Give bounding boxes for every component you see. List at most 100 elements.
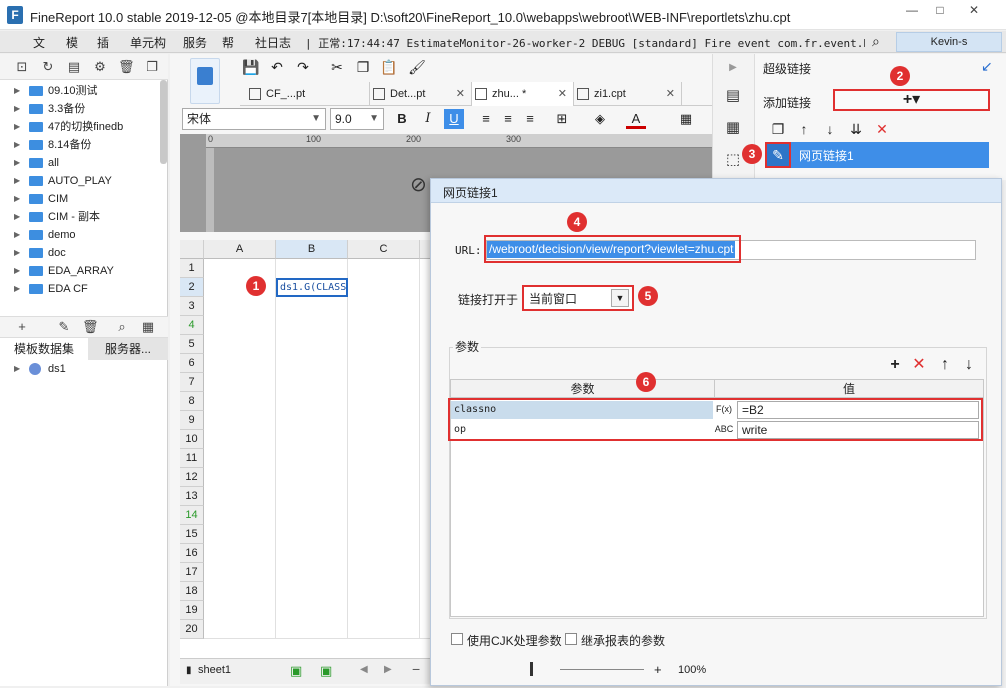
zoom-slider-handle[interactable] — [530, 662, 533, 676]
collapse-arrow-icon[interactable]: ▶ — [723, 58, 743, 78]
locate-icon[interactable]: ▤ — [66, 59, 82, 75]
menu-community-log[interactable]: 社日志 — [255, 34, 291, 51]
undo-icon[interactable]: ↶ — [268, 58, 286, 76]
add-sheet-icon[interactable]: ▣ — [290, 663, 302, 679]
tree-item[interactable]: ▶ doc — [0, 244, 160, 262]
font-family-select[interactable]: 宋体 ▼ — [182, 108, 326, 130]
row-header[interactable]: 18 — [180, 582, 204, 601]
font-color-icon[interactable]: A — [626, 109, 646, 129]
scroll-left-icon[interactable]: ◀ — [360, 664, 368, 675]
align-center-icon[interactable]: ≡ — [498, 109, 518, 129]
cell-element-icon[interactable]: ▦ — [723, 118, 743, 138]
expand-arrow-icon[interactable]: ▶ — [14, 154, 20, 172]
align-right-icon[interactable]: ≡ — [520, 109, 540, 129]
close-window-button[interactable]: ✕ — [962, 3, 986, 19]
tree-item[interactable]: ▶ 3.3备份 — [0, 100, 160, 118]
cell-attribute-icon[interactable]: ▤ — [723, 86, 743, 106]
refresh-icon[interactable]: ↻ — [40, 59, 56, 75]
row-header[interactable]: 4 — [180, 316, 204, 335]
tree-item[interactable]: ▶ demo — [0, 226, 160, 244]
save-icon[interactable]: 💾 — [242, 58, 260, 76]
row-header[interactable]: 14 — [180, 506, 204, 525]
close-tab-icon[interactable]: ✕ — [666, 82, 675, 106]
expand-arrow-icon[interactable]: ▶ — [14, 244, 20, 262]
row-header[interactable]: 2 — [180, 278, 204, 297]
merge-cells-icon[interactable]: ▦ — [676, 109, 696, 129]
tree-item[interactable]: ▶ CIM - 副本 — [0, 208, 160, 226]
widget-icon[interactable]: ⬚ — [723, 150, 743, 170]
row-header[interactable]: 8 — [180, 392, 204, 411]
move-down-icon[interactable]: ↓ — [821, 120, 839, 138]
row-header[interactable]: 13 — [180, 487, 204, 506]
scroll-right-icon[interactable]: ▶ — [384, 664, 392, 675]
fill-color-icon[interactable]: ◈ — [590, 109, 610, 129]
maximize-button[interactable]: □ — [928, 3, 952, 19]
open-in-select[interactable]: 当前窗口 ▼ — [522, 285, 634, 311]
minimize-button[interactable]: — — [900, 3, 924, 19]
zoom-out-icon[interactable]: − — [412, 661, 420, 677]
tree-item[interactable]: ▶ all — [0, 154, 160, 172]
row-header[interactable]: 11 — [180, 449, 204, 468]
copy-icon[interactable]: ❐ — [354, 58, 372, 76]
tab-template-active[interactable]: zhu... * ✕ — [472, 82, 574, 106]
tree-item[interactable]: ▶ EDA CF — [0, 280, 160, 298]
copy-icon[interactable]: ❐ — [769, 120, 787, 138]
row-header[interactable]: 3 — [180, 297, 204, 316]
tab-template[interactable]: CF_...pt — [246, 82, 370, 106]
search-icon[interactable]: ⌕ — [872, 33, 880, 50]
format-painter-icon[interactable]: 🖌 — [408, 58, 426, 76]
zoom-in-icon[interactable]: + — [654, 662, 662, 677]
column-header[interactable]: A — [204, 240, 276, 259]
delete-icon[interactable]: 🗑 — [118, 59, 135, 75]
expand-arrow-icon[interactable]: ▶ — [14, 226, 20, 244]
expand-arrow-icon[interactable]: ▶ — [14, 190, 20, 208]
user-account[interactable]: Kevin-s — [896, 32, 1002, 52]
new-folder-icon[interactable]: ⊡ — [14, 59, 30, 75]
tab-template-dataset[interactable]: 模板数据集 — [0, 338, 88, 360]
zoom-slider-track[interactable] — [560, 669, 644, 670]
select-all-corner[interactable] — [180, 240, 204, 259]
move-bottom-icon[interactable]: ⇊ — [847, 120, 865, 138]
column-cells[interactable] — [276, 259, 348, 639]
inherit-params-checkbox[interactable] — [565, 633, 577, 645]
add-dataset-icon[interactable]: + — [14, 319, 30, 335]
menu-insert[interactable]: 插 — [97, 34, 109, 51]
expand-arrow-icon[interactable]: ▶ — [14, 118, 20, 136]
row-header[interactable]: 17 — [180, 563, 204, 582]
preview-data-icon[interactable]: ⌕ — [114, 319, 130, 335]
menu-help[interactable]: 帮 — [222, 34, 234, 51]
align-left-icon[interactable]: ≡ — [476, 109, 496, 129]
row-header[interactable]: 6 — [180, 354, 204, 373]
underline-button[interactable]: U — [444, 109, 464, 129]
row-header[interactable]: 10 — [180, 430, 204, 449]
column-cells[interactable] — [204, 259, 276, 639]
row-header[interactable]: 20 — [180, 620, 204, 639]
expand-arrow-icon[interactable]: ▶ — [14, 208, 20, 226]
paste-icon[interactable]: 📋 — [380, 58, 398, 76]
cjk-checkbox[interactable] — [451, 633, 463, 645]
row-header[interactable]: 15 — [180, 525, 204, 544]
delete-icon[interactable]: ✕ — [873, 120, 891, 138]
menu-cell[interactable]: 单元构 — [130, 34, 166, 51]
move-down-icon[interactable]: ↓ — [961, 357, 977, 373]
settings-icon[interactable]: ⚙ — [92, 59, 108, 75]
expand-arrow-icon[interactable]: ▶ — [14, 100, 20, 118]
row-header[interactable]: 1 — [180, 259, 204, 278]
tree-item[interactable]: ▶ CIM — [0, 190, 160, 208]
tree-item[interactable]: ▶ 8.14备份 — [0, 136, 160, 154]
column-cells[interactable] — [348, 259, 420, 639]
delete-param-icon[interactable]: ✕ — [911, 357, 927, 373]
expand-arrow-icon[interactable]: ▶ — [14, 360, 20, 378]
close-tab-icon[interactable]: ✕ — [456, 82, 465, 106]
tree-item[interactable]: ▶ EDA_ARRAY — [0, 262, 160, 280]
preview-button[interactable] — [190, 58, 220, 104]
move-up-icon[interactable]: ↑ — [795, 120, 813, 138]
chevron-down-icon[interactable]: ▼ — [611, 289, 629, 307]
italic-button[interactable]: I — [418, 109, 438, 129]
expand-arrow-icon[interactable]: ▶ — [14, 136, 20, 154]
row-header[interactable]: 5 — [180, 335, 204, 354]
expand-arrow-icon[interactable]: ▶ — [14, 280, 20, 298]
expand-arrow-icon[interactable]: ▶ — [14, 172, 20, 190]
column-header[interactable]: B — [276, 240, 348, 259]
link-list-item-selected[interactable]: ✎ 网页链接1 — [765, 142, 989, 168]
